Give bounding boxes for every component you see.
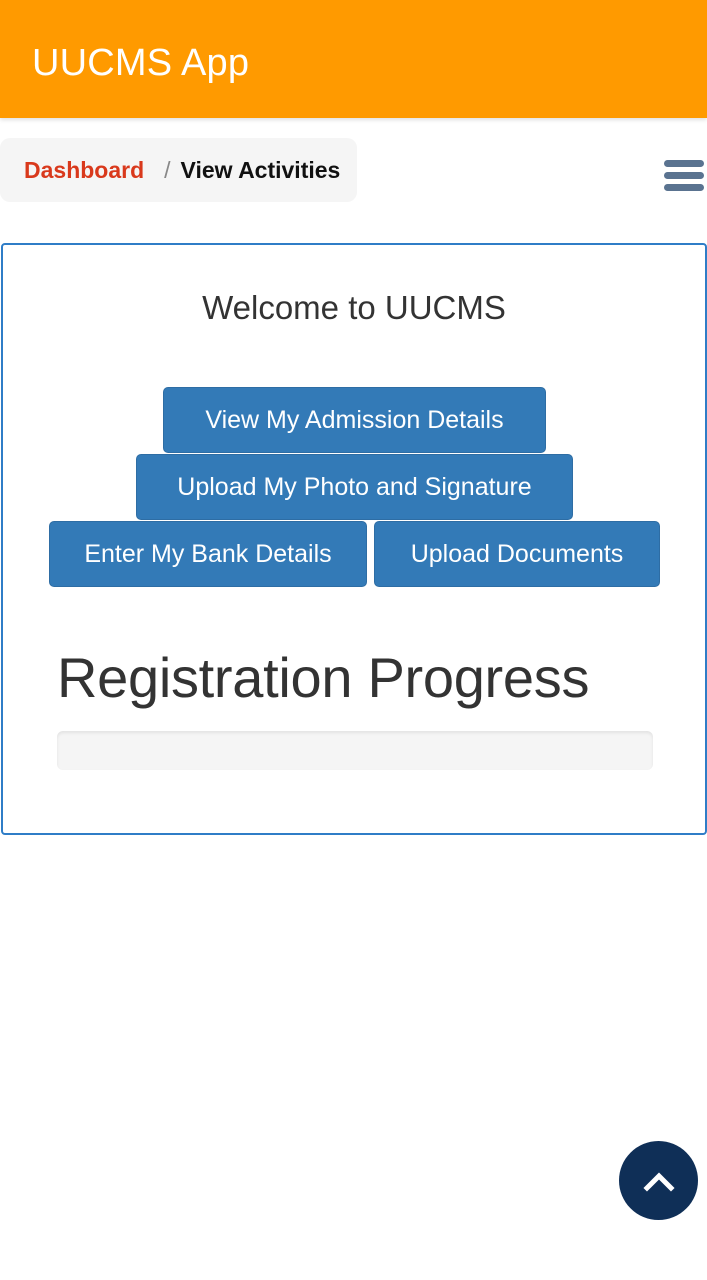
hamburger-menu-icon-bar [664, 160, 704, 167]
scroll-to-top-button[interactable] [619, 1141, 698, 1220]
registration-progress-title: Registration Progress [57, 646, 590, 709]
upload-documents-button[interactable]: Upload Documents [374, 521, 660, 587]
breadcrumb: Dashboard / View Activities [0, 138, 357, 202]
breadcrumb-separator: / [164, 156, 171, 183]
hamburger-menu-icon-bar [664, 184, 704, 191]
chevron-up-icon [642, 1171, 675, 1192]
upload-photo-signature-button[interactable]: Upload My Photo and Signature [136, 454, 573, 520]
enter-bank-details-button[interactable]: Enter My Bank Details [49, 521, 367, 587]
welcome-title: Welcome to UUCMS [202, 289, 506, 326]
hamburger-menu-icon-bar [664, 172, 704, 179]
hamburger-menu-button[interactable] [662, 158, 706, 194]
activities-panel: Welcome to UUCMS View My Admission Detai… [1, 243, 707, 835]
app-title: UUCMS App [32, 42, 250, 84]
app-header: UUCMS App [0, 0, 707, 118]
view-admission-details-button[interactable]: View My Admission Details [163, 387, 546, 453]
breadcrumb-dashboard-link[interactable]: Dashboard [24, 157, 144, 184]
breadcrumb-current-page: View Activities [180, 156, 341, 183]
registration-progress-bar [57, 731, 653, 770]
